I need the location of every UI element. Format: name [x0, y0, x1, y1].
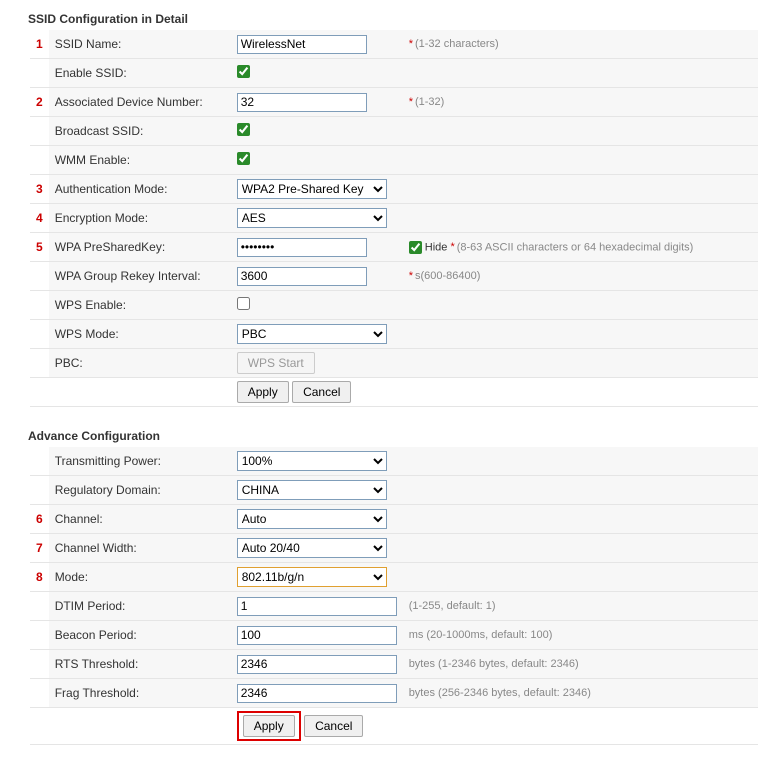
ssid-cancel-button[interactable]: Cancel	[292, 381, 351, 403]
ssid-config-table: 1 SSID Name: *(1-32 characters) Enable S…	[30, 30, 758, 407]
ssid-name-label: SSID Name:	[49, 30, 231, 59]
psk-hint: (8-63 ASCII characters or 64 hexadecimal…	[457, 241, 694, 253]
beacon-label: Beacon Period:	[49, 621, 231, 650]
psk-hide-checkbox[interactable]	[409, 241, 422, 254]
enable-ssid-checkbox[interactable]	[237, 65, 250, 78]
advance-cancel-button[interactable]: Cancel	[304, 715, 363, 737]
tx-power-label: Transmitting Power:	[49, 447, 231, 476]
ssid-name-input[interactable]	[237, 35, 367, 54]
wmm-enable-checkbox[interactable]	[237, 152, 250, 165]
broadcast-ssid-checkbox[interactable]	[237, 123, 250, 136]
wps-start-button: WPS Start	[237, 352, 315, 374]
required-marker: *	[409, 270, 413, 282]
enc-mode-label: Encryption Mode:	[49, 204, 231, 233]
required-marker: *	[409, 38, 413, 50]
row-marker: 6	[30, 505, 49, 534]
mode-select[interactable]: 802.11b/g/n	[237, 567, 387, 587]
frag-label: Frag Threshold:	[49, 679, 231, 708]
rts-input[interactable]	[237, 655, 397, 674]
wps-enable-label: WPS Enable:	[49, 291, 231, 320]
broadcast-ssid-label: Broadcast SSID:	[49, 117, 231, 146]
assoc-dev-label: Associated Device Number:	[49, 88, 231, 117]
rts-hint: bytes (1-2346 bytes, default: 2346)	[403, 650, 758, 679]
row-marker: 3	[30, 175, 49, 204]
assoc-dev-hint: (1-32)	[415, 96, 444, 108]
advance-config-section: Advance Configuration Transmitting Power…	[30, 425, 758, 745]
beacon-hint: ms (20-1000ms, default: 100)	[403, 621, 758, 650]
apply-highlight-box: Apply	[237, 711, 301, 741]
row-marker: 5	[30, 233, 49, 262]
channel-label: Channel:	[49, 505, 231, 534]
advance-section-title: Advance Configuration	[28, 425, 758, 447]
ssid-name-hint: (1-32 characters)	[415, 38, 499, 50]
group-rekey-hint: s(600-86400)	[415, 270, 480, 282]
required-marker: *	[450, 241, 454, 253]
rts-label: RTS Threshold:	[49, 650, 231, 679]
row-marker: 2	[30, 88, 49, 117]
advance-apply-button[interactable]: Apply	[243, 715, 295, 737]
reg-domain-select[interactable]: CHINA	[237, 480, 387, 500]
dtim-label: DTIM Period:	[49, 592, 231, 621]
wps-mode-label: WPS Mode:	[49, 320, 231, 349]
group-rekey-input[interactable]	[237, 267, 367, 286]
dtim-input[interactable]	[237, 597, 397, 616]
mode-label: Mode:	[49, 563, 231, 592]
row-marker: 1	[30, 30, 49, 59]
auth-mode-select[interactable]: WPA2 Pre-Shared Key	[237, 179, 387, 199]
psk-label: WPA PreSharedKey:	[49, 233, 231, 262]
row-marker: 8	[30, 563, 49, 592]
frag-input[interactable]	[237, 684, 397, 703]
tx-power-select[interactable]: 100%	[237, 451, 387, 471]
row-marker: 7	[30, 534, 49, 563]
ssid-section-title: SSID Configuration in Detail	[28, 8, 758, 30]
dtim-hint: (1-255, default: 1)	[403, 592, 758, 621]
row-marker: 4	[30, 204, 49, 233]
wps-enable-checkbox[interactable]	[237, 297, 250, 310]
pbc-label: PBC:	[49, 349, 231, 378]
group-rekey-label: WPA Group Rekey Interval:	[49, 262, 231, 291]
channel-width-label: Channel Width:	[49, 534, 231, 563]
psk-hide-label: Hide	[425, 241, 448, 253]
psk-input[interactable]	[237, 238, 367, 257]
enable-ssid-label: Enable SSID:	[49, 59, 231, 88]
wmm-enable-label: WMM Enable:	[49, 146, 231, 175]
reg-domain-label: Regulatory Domain:	[49, 476, 231, 505]
ssid-apply-button[interactable]: Apply	[237, 381, 289, 403]
frag-hint: bytes (256-2346 bytes, default: 2346)	[403, 679, 758, 708]
auth-mode-label: Authentication Mode:	[49, 175, 231, 204]
ssid-config-section: SSID Configuration in Detail 1 SSID Name…	[30, 8, 758, 407]
beacon-input[interactable]	[237, 626, 397, 645]
wps-mode-select[interactable]: PBC	[237, 324, 387, 344]
channel-width-select[interactable]: Auto 20/40	[237, 538, 387, 558]
assoc-dev-input[interactable]	[237, 93, 367, 112]
enc-mode-select[interactable]: AES	[237, 208, 387, 228]
advance-config-table: Transmitting Power: 100% Regulatory Doma…	[30, 447, 758, 745]
channel-select[interactable]: Auto	[237, 509, 387, 529]
required-marker: *	[409, 96, 413, 108]
